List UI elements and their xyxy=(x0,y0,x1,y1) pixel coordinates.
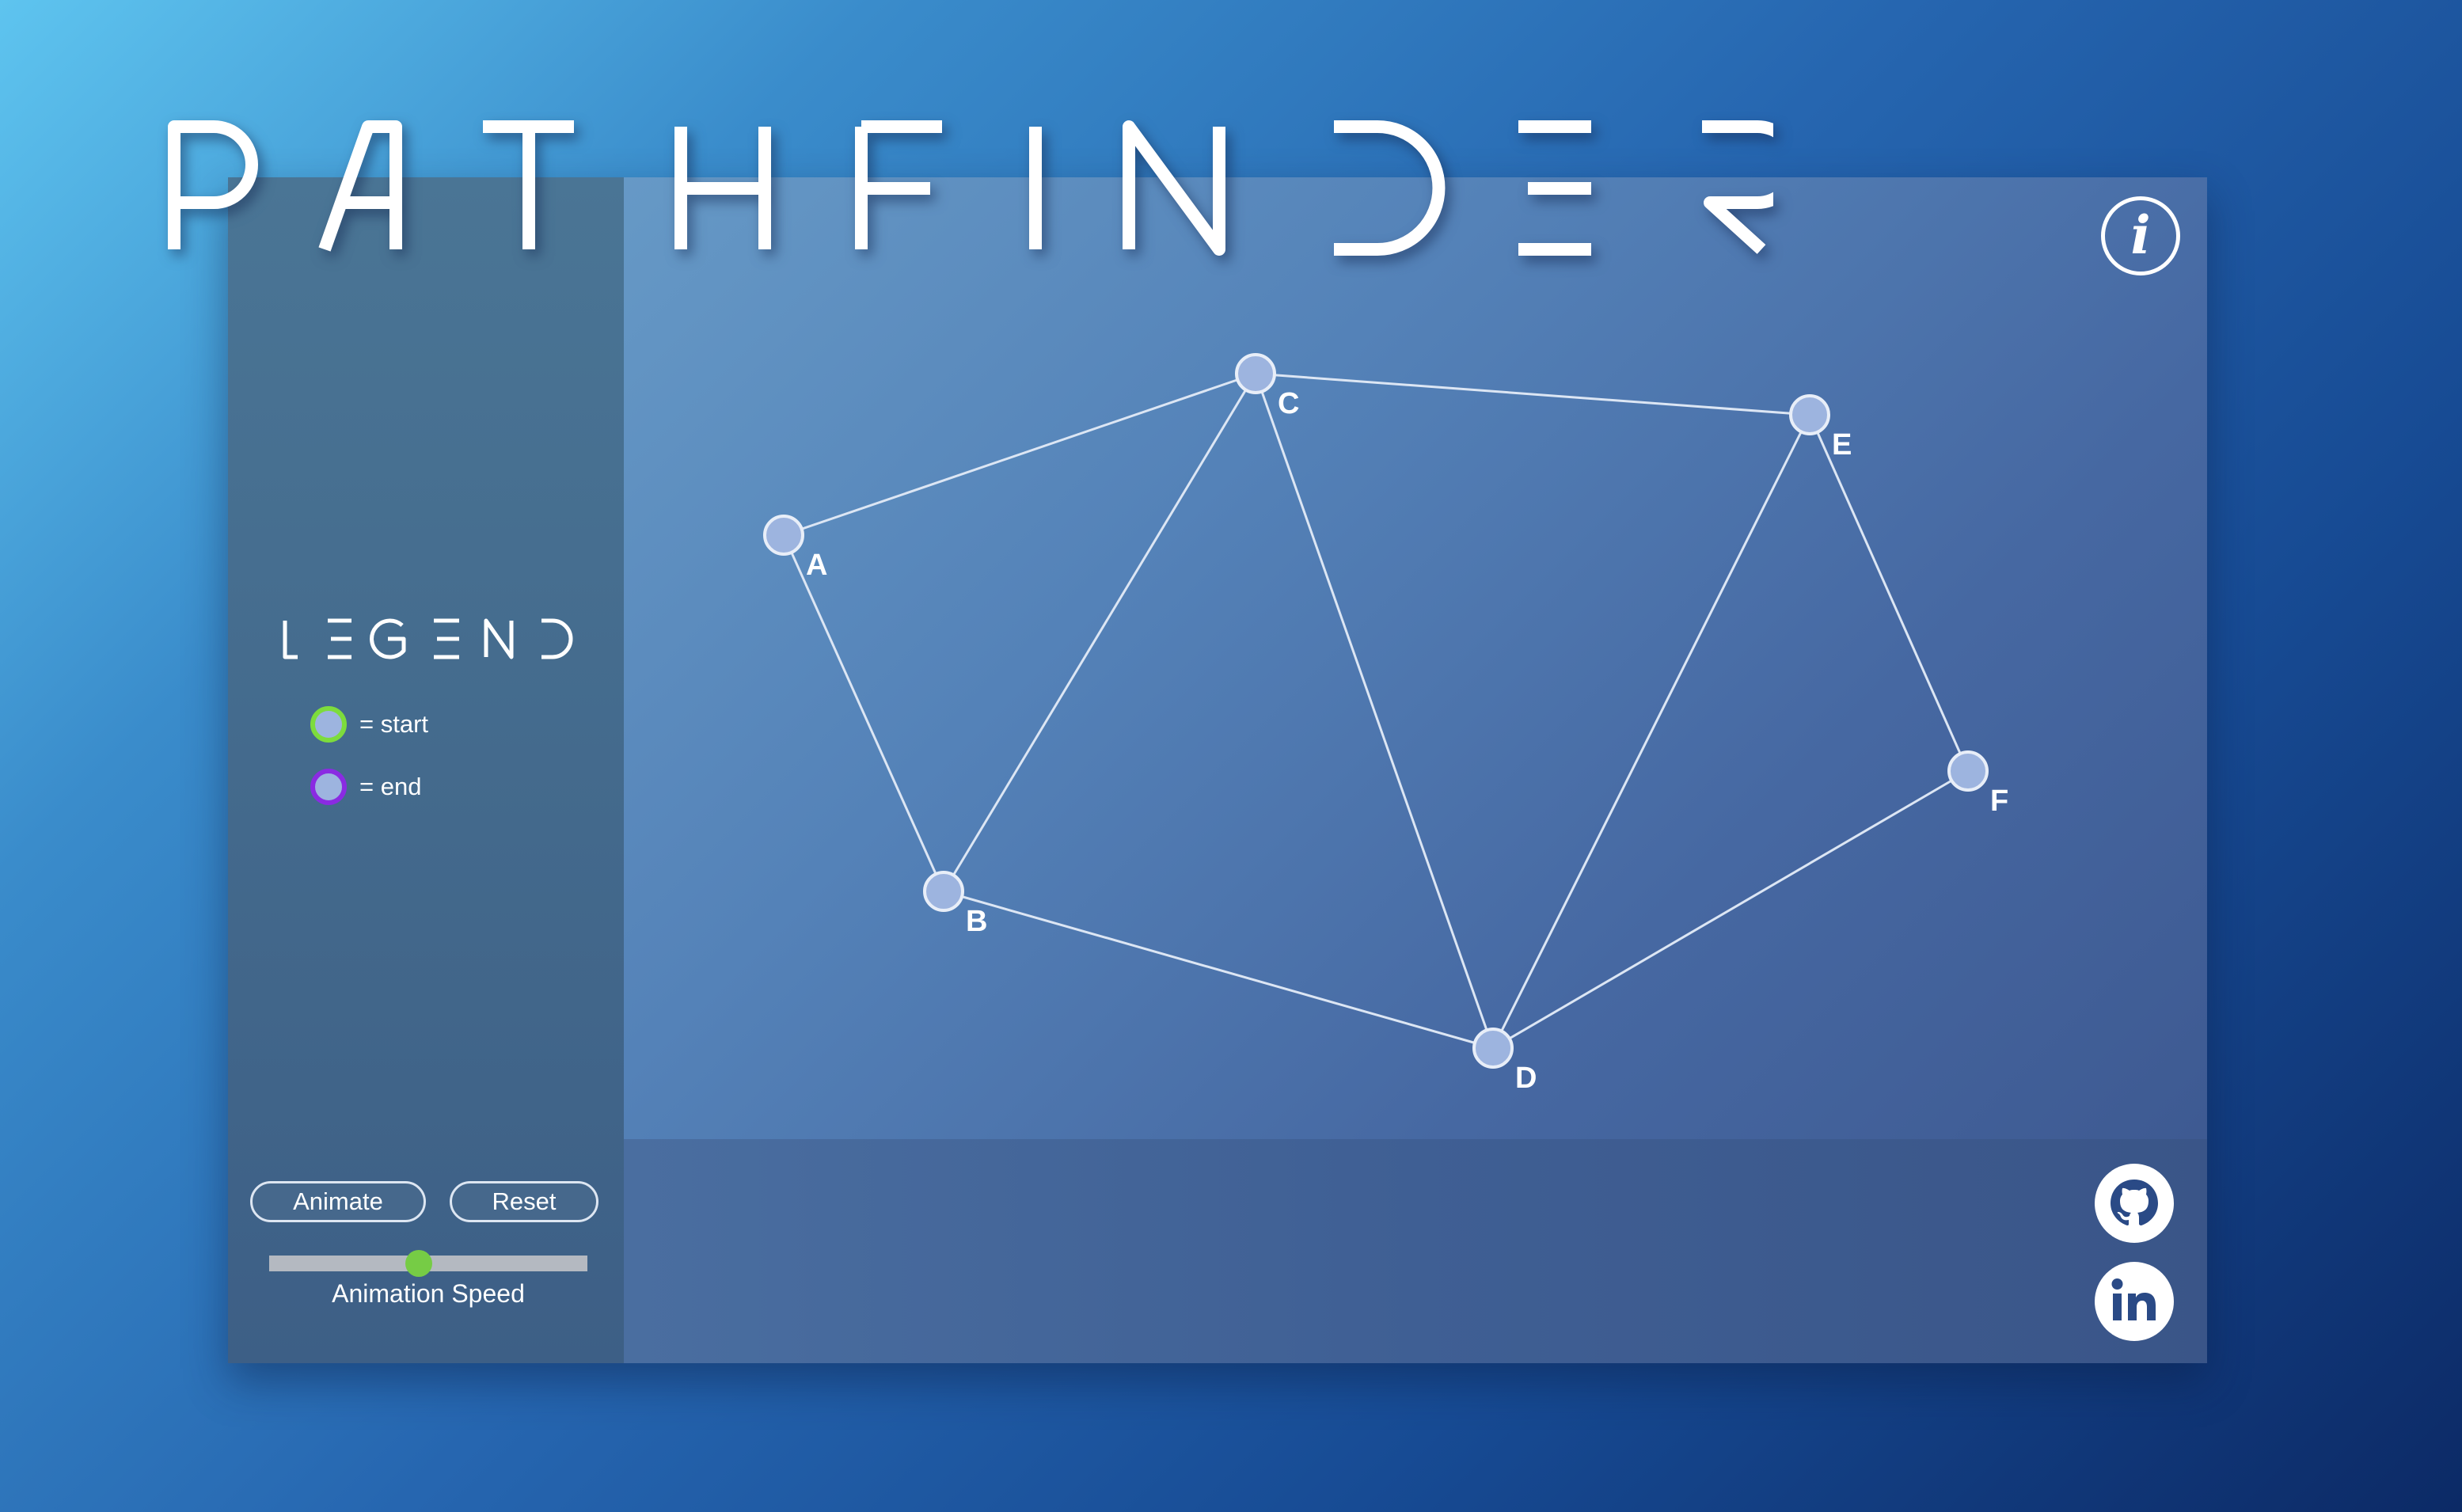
legend-item-start: = start xyxy=(310,702,428,747)
linkedin-icon xyxy=(2111,1278,2156,1320)
linkedin-link[interactable] xyxy=(2095,1262,2174,1341)
graph-node-c[interactable] xyxy=(1235,353,1276,394)
animate-button[interactable]: Animate xyxy=(250,1181,426,1222)
animation-speed-label: Animation Speed xyxy=(332,1279,525,1308)
legend-heading: LEGEND xyxy=(275,611,576,667)
legend-item-end: = end xyxy=(310,765,421,809)
github-icon xyxy=(2111,1180,2158,1225)
app-title: PATHFINDER xyxy=(158,111,1802,261)
animation-speed-slider[interactable] xyxy=(269,1250,587,1277)
github-link[interactable] xyxy=(2095,1164,2174,1243)
graph-node-d[interactable] xyxy=(1472,1028,1514,1069)
info-button[interactable]: i xyxy=(2101,196,2180,275)
start-node-swatch xyxy=(310,706,347,743)
graph-canvas[interactable] xyxy=(624,177,2207,1139)
info-icon: i xyxy=(2130,204,2151,266)
graph-node-b[interactable] xyxy=(923,871,964,912)
graph-node-e[interactable] xyxy=(1789,394,1830,435)
legend-label-start: = start xyxy=(359,710,429,738)
graph-node-f[interactable] xyxy=(1947,750,1989,792)
slider-thumb[interactable] xyxy=(405,1250,432,1277)
end-node-swatch xyxy=(310,769,347,805)
reset-button[interactable]: Reset xyxy=(450,1181,598,1222)
graph-node-a[interactable] xyxy=(763,515,804,556)
legend-label-end: = end xyxy=(359,773,422,800)
footer-panel xyxy=(624,1139,2207,1363)
